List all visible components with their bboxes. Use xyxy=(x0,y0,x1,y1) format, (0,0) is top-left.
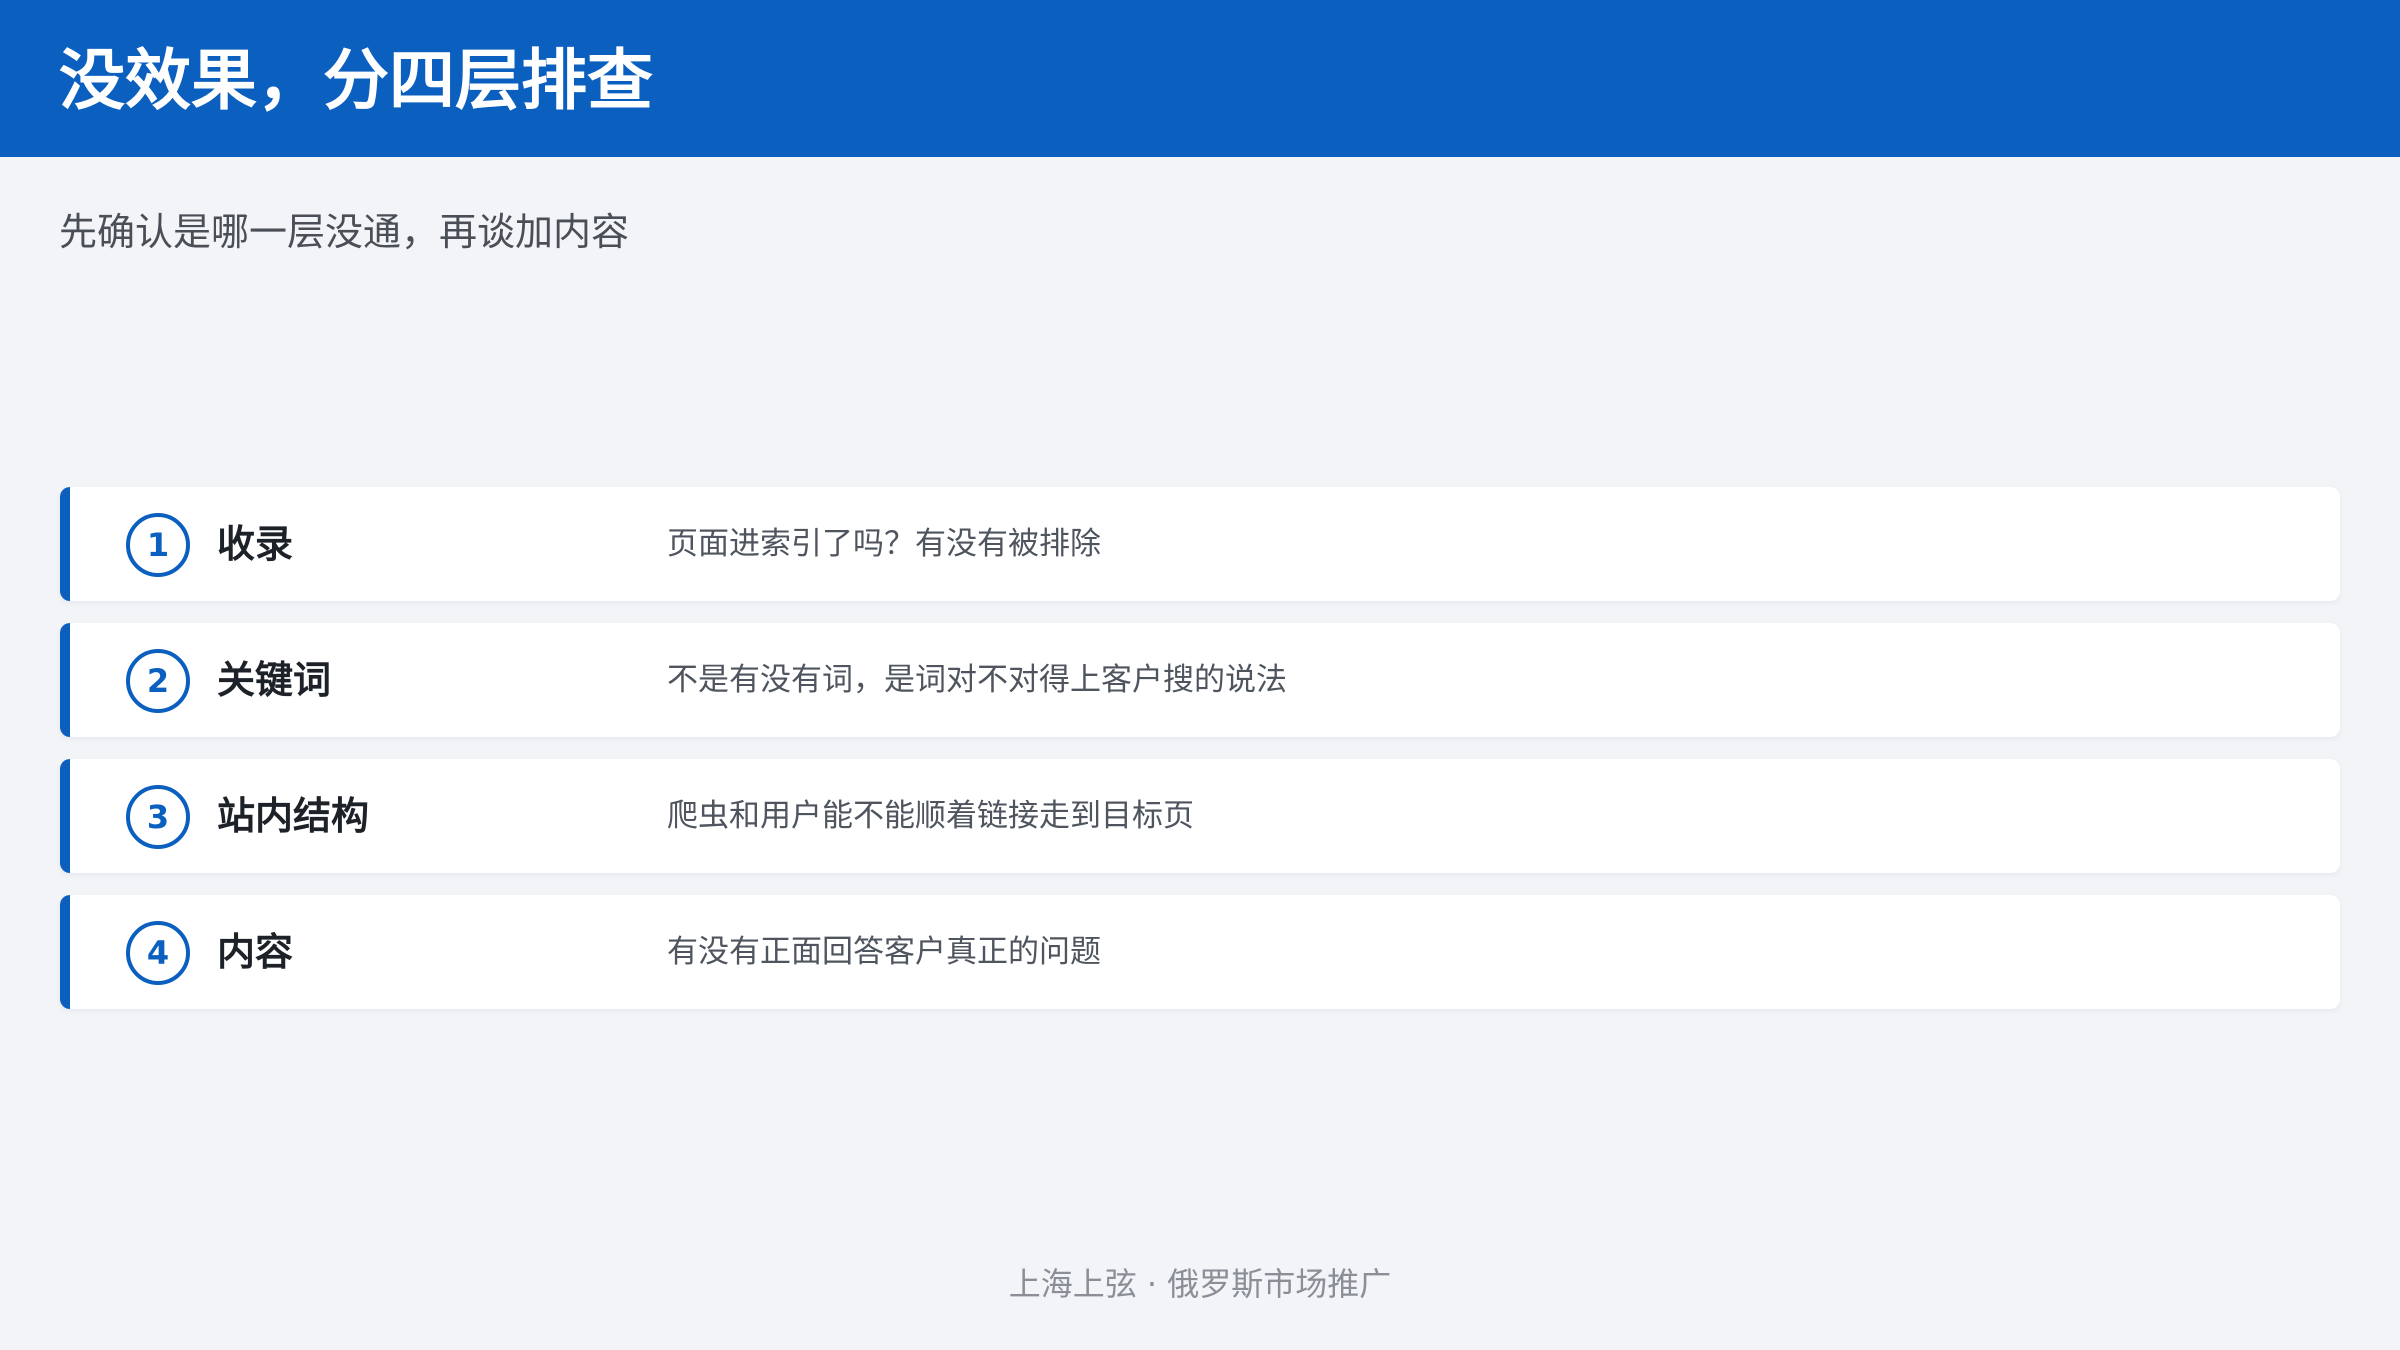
step-number-badge: 4 xyxy=(126,921,190,985)
step-description: 页面进索引了吗？有没有被排除 xyxy=(667,526,1101,562)
step-description: 不是有没有词，是词对不对得上客户搜的说法 xyxy=(667,662,1287,698)
page-subtitle: 先确认是哪一层没通，再谈加内容 xyxy=(59,210,630,254)
footer-credit: 上海上弦 · 俄罗斯市场推广 xyxy=(1008,1265,1392,1303)
step-number-badge: 3 xyxy=(126,785,190,849)
step-number-badge: 2 xyxy=(126,649,190,713)
checklist-item-indexing: 1 收录 页面进索引了吗？有没有被排除 xyxy=(60,487,2340,601)
step-title: 收录 xyxy=(217,522,294,566)
checklist: 1 收录 页面进索引了吗？有没有被排除 2 关键词 不是有没有词，是词对不对得上… xyxy=(60,487,2340,1031)
header-bar: 没效果，分四层排查 xyxy=(0,0,2400,157)
checklist-item-site-structure: 3 站内结构 爬虫和用户能不能顺着链接走到目标页 xyxy=(60,759,2340,873)
page-title: 没效果，分四层排查 xyxy=(59,42,653,119)
checklist-item-keywords: 2 关键词 不是有没有词，是词对不对得上客户搜的说法 xyxy=(60,623,2340,737)
step-title: 站内结构 xyxy=(217,794,370,838)
step-number-badge: 1 xyxy=(126,513,190,577)
step-title: 内容 xyxy=(217,930,294,974)
step-description: 爬虫和用户能不能顺着链接走到目标页 xyxy=(667,798,1194,834)
step-title: 关键词 xyxy=(217,658,332,702)
step-description: 有没有正面回答客户真正的问题 xyxy=(667,934,1101,970)
checklist-item-content: 4 内容 有没有正面回答客户真正的问题 xyxy=(60,895,2340,1009)
